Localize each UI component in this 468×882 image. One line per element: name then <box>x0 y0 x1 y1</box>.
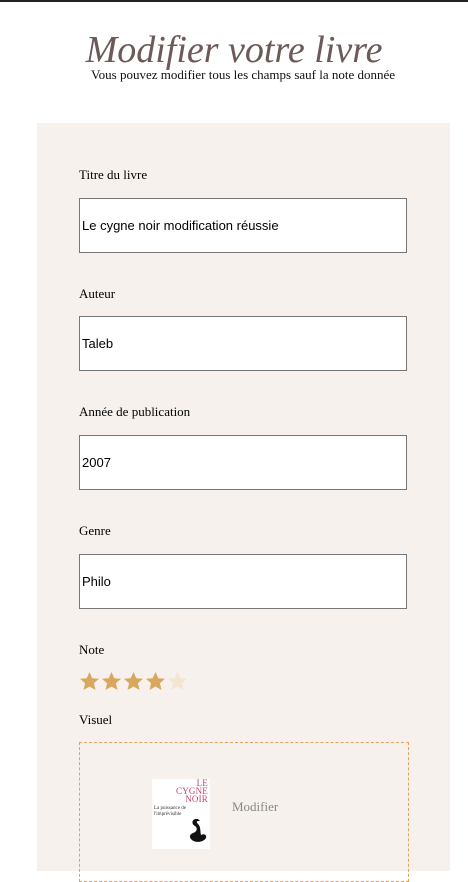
swan-icon <box>189 819 207 842</box>
title-label: Titre du livre <box>79 167 148 182</box>
rating-label: Note <box>79 642 105 657</box>
cover-title: LE CYGNE NOIR <box>176 779 208 804</box>
star-icon <box>168 672 187 690</box>
genre-input[interactable] <box>79 554 407 609</box>
page-subtitle: Vous pouvez modifier tous les champs sau… <box>90 67 396 82</box>
genre-label: Genre <box>79 523 111 538</box>
visual-label: Visuel <box>79 712 113 727</box>
top-border <box>0 0 468 2</box>
star-icon <box>124 672 143 690</box>
title-input[interactable] <box>79 198 407 253</box>
modify-image-link[interactable]: Modifier <box>232 799 278 815</box>
rating-stars <box>79 671 188 692</box>
author-label: Auteur <box>79 286 116 301</box>
year-label: Année de publication <box>79 404 191 419</box>
year-input[interactable] <box>79 435 407 490</box>
cover-title-line: NOIR <box>185 794 208 804</box>
star-icon <box>102 672 121 690</box>
star-icon <box>80 672 99 690</box>
author-input[interactable] <box>79 316 407 371</box>
star-icon <box>146 672 165 690</box>
page-title: Modifier votre livre <box>85 29 383 71</box>
book-cover-image: LE CYGNE NOIR La puissance de l'imprévis… <box>152 779 210 849</box>
